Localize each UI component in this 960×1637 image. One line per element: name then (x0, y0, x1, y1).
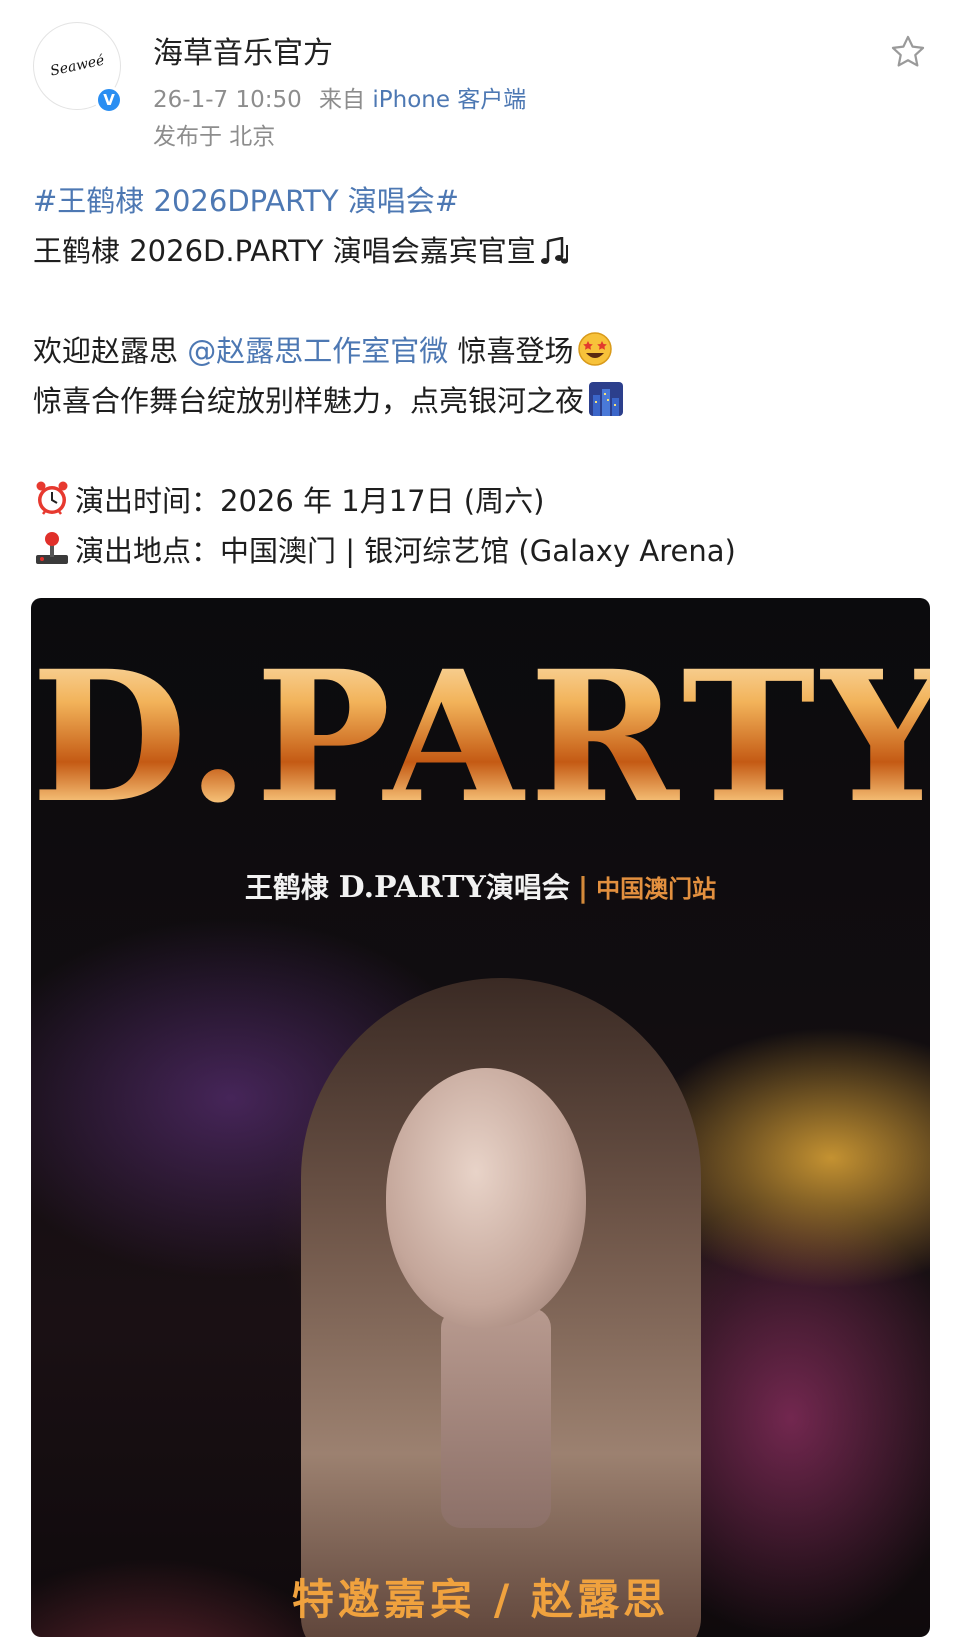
mention-link[interactable]: @赵露思工作室官微 (187, 334, 448, 368)
guest-name: 赵露思 (531, 1575, 670, 1624)
stage-text: 惊喜合作舞台绽放别样魅力，点亮银河之夜 (33, 384, 585, 418)
guest-portrait (291, 978, 711, 1637)
post-location: 发布于 北京 (153, 124, 276, 150)
surprise-text: 惊喜登场 (448, 334, 574, 368)
alarm-clock-emoji (33, 479, 71, 532)
show-time-text: 演出时间：2026 年 1月17日 (周六) (75, 484, 545, 518)
post-meta: 26-1-7 10:50 来自 iPhone 客户端 (153, 80, 526, 114)
poster-brand: D.PARTY (338, 870, 486, 905)
poster-city: 中国澳门站 (596, 875, 717, 903)
poster-subtitle: 王鹤棣 D.PARTY演唱会 | 中国澳门站 (244, 870, 717, 905)
post-timestamp: 26-1-7 10:50 (153, 87, 302, 113)
verified-badge-icon: V (95, 86, 123, 114)
source-prefix: 来自 (319, 87, 366, 113)
username[interactable]: 海草音乐官方 (153, 28, 333, 72)
music-notes-icon (540, 232, 574, 282)
venue-text: 演出地点：中国澳门 | 银河综艺馆 (Galaxy Arena) (75, 534, 736, 568)
night-city-emoji (588, 381, 624, 432)
joystick-emoji (33, 529, 71, 582)
source-client-link[interactable]: iPhone 客户端 (372, 87, 526, 113)
post-header: Seaweé V 海草音乐官方 26-1-7 10:50 来自 iPhone 客… (0, 0, 960, 150)
announcement-text: 王鹤棣 2026D.PARTY 演唱会嘉宾官宣 (33, 234, 536, 268)
avatar-logo: Seaweé (48, 52, 106, 80)
star-struck-emoji (577, 331, 613, 382)
post-content: #王鹤棣 2026DPARTY 演唱会# 王鹤棣 2026D.PARTY 演唱会… (33, 176, 923, 576)
welcome-text: 欢迎赵露思 (33, 334, 188, 368)
topic-link[interactable]: #王鹤棣 2026DPARTY 演唱会# (33, 184, 459, 218)
poster-concert: 演唱会 (485, 871, 570, 904)
concert-poster-image[interactable]: D.PARTY 王鹤棣 D.PARTY演唱会 | 中国澳门站 特邀嘉宾 / 赵露思 (31, 598, 930, 1637)
poster-title: D.PARTY (31, 618, 930, 858)
poster-artist: 王鹤棣 (244, 871, 329, 904)
guest-label: 特邀嘉宾 (291, 1575, 476, 1624)
star-outline-icon[interactable] (888, 32, 928, 72)
poster-guest-line: 特邀嘉宾 / 赵露思 (291, 1575, 670, 1624)
